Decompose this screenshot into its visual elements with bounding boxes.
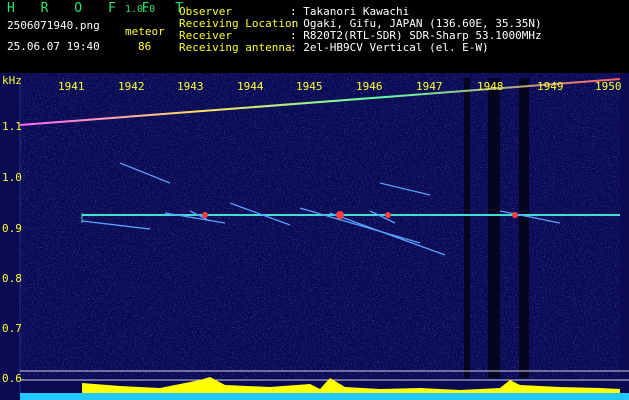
spectrogram-plot (0, 73, 629, 400)
info-key-antenna: Receiving antenna (179, 41, 292, 54)
gap-band (464, 78, 470, 378)
x-tick-label: 1950 (595, 80, 622, 93)
x-tick-label: 1942 (118, 80, 145, 93)
header-panel: H R O F F T 1.0.0 2506071940.png 25.06.0… (0, 0, 629, 73)
datetime: 25.06.07 19:40 (7, 40, 100, 53)
meteor-count: 86 (138, 40, 152, 53)
gap-band (488, 78, 500, 378)
app-version: 1.0.0 (125, 4, 156, 15)
meteor-label: meteor (125, 25, 165, 38)
gap-band (519, 78, 529, 378)
x-tick-label: 1941 (58, 80, 85, 93)
x-tick-label: 1943 (177, 80, 204, 93)
info-value-antenna: : 2el-HB9CV Vertical (el. E-W) (290, 41, 489, 54)
x-tick-label: 1947 (416, 80, 443, 93)
x-tick-label: 1946 (356, 80, 383, 93)
y-tick-label: 0.8 (2, 272, 22, 285)
y-tick-label: 1.0 (2, 171, 22, 184)
x-tick-label: 1949 (537, 80, 564, 93)
x-tick-label: 1944 (237, 80, 264, 93)
x-tick-label: 1948 (477, 80, 504, 93)
baseline-bars (20, 393, 629, 400)
y-tick-label: 1.1 (2, 120, 22, 133)
x-tick-label: 1945 (296, 80, 323, 93)
app-logo: H R O F F T (7, 1, 193, 16)
y-unit-label: kHz (2, 74, 22, 87)
y-tick-label: 0.6 (2, 372, 22, 385)
y-tick-label: 0.9 (2, 222, 22, 235)
y-tick-label: 0.7 (2, 322, 22, 335)
filename: 2506071940.png (7, 19, 100, 32)
